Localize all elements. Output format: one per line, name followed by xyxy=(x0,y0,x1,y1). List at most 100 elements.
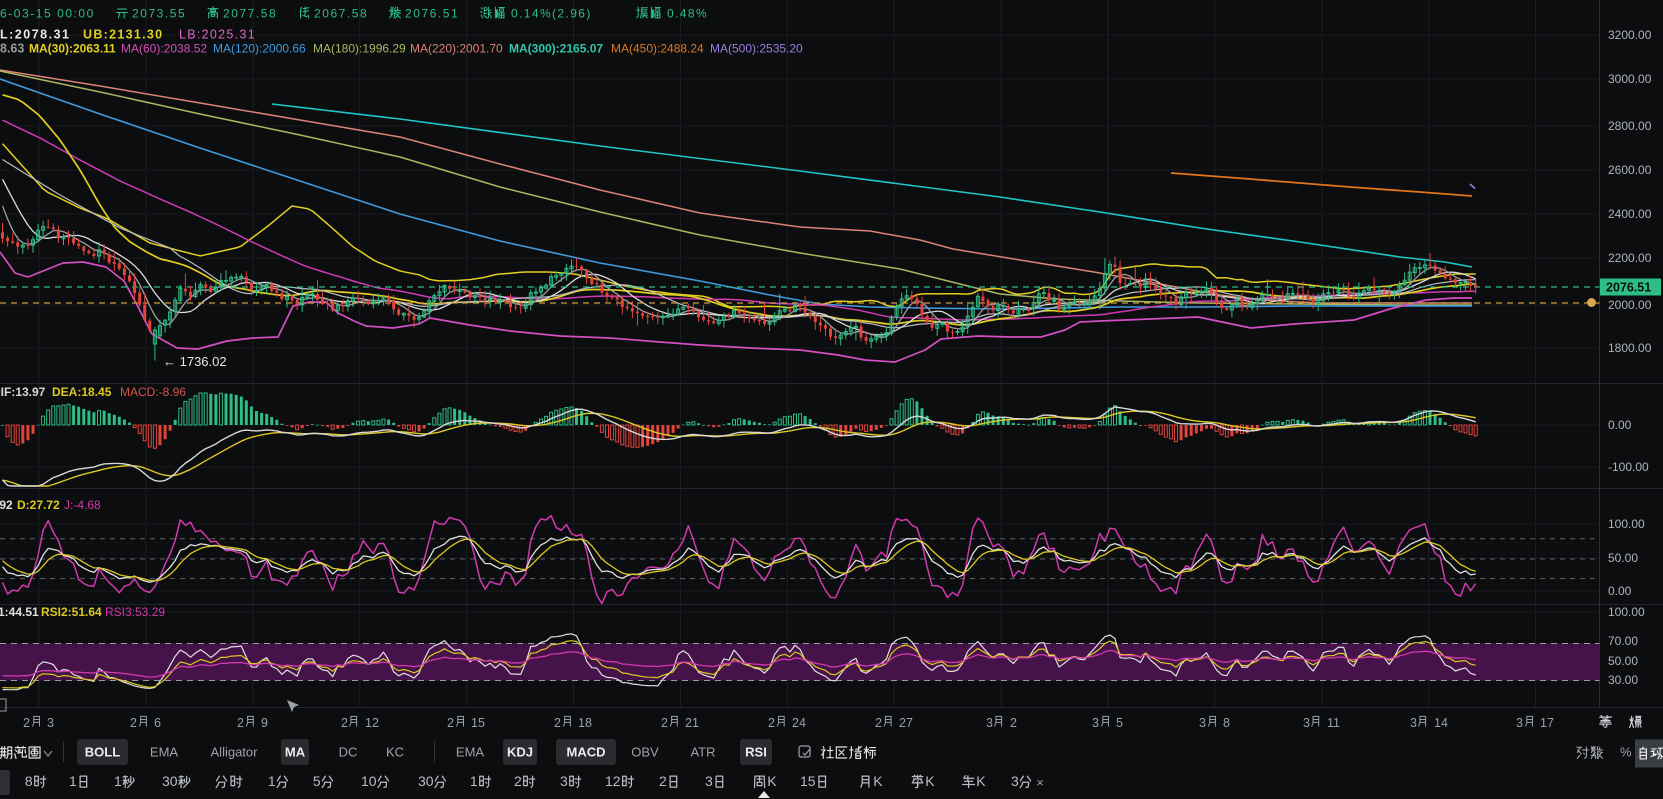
svg-text:2076.51: 2076.51 xyxy=(1606,281,1651,295)
svg-text:8: 8 xyxy=(25,773,33,789)
svg-text:0.00: 0.00 xyxy=(1608,584,1632,598)
svg-text:MA(450):2488.24: MA(450):2488.24 xyxy=(611,42,704,56)
svg-text:2400.00: 2400.00 xyxy=(1608,207,1652,221)
svg-text:K:35.92: K:35.92 xyxy=(0,498,13,512)
svg-text:2: 2 xyxy=(341,716,348,730)
svg-text:3: 3 xyxy=(47,716,54,730)
svg-text:3: 3 xyxy=(1199,716,1206,730)
svg-text:EMA: EMA xyxy=(150,745,179,760)
svg-text:2600.00: 2600.00 xyxy=(1608,163,1652,177)
svg-text:3: 3 xyxy=(1303,716,1310,730)
svg-text:70.00: 70.00 xyxy=(1608,634,1638,648)
svg-text:2: 2 xyxy=(447,716,454,730)
svg-text:27: 27 xyxy=(899,716,913,730)
svg-text:RSI1:44.51: RSI1:44.51 xyxy=(0,605,39,619)
svg-text:2: 2 xyxy=(130,716,137,730)
svg-text:LB:2025.31: LB:2025.31 xyxy=(179,28,256,42)
svg-text:3: 3 xyxy=(1011,773,1019,789)
svg-text:3: 3 xyxy=(986,716,993,730)
svg-text:18: 18 xyxy=(578,716,592,730)
svg-text:21: 21 xyxy=(685,716,699,730)
svg-text:5: 5 xyxy=(1116,716,1123,730)
svg-text:1: 1 xyxy=(114,773,122,789)
svg-text:2200.00: 2200.00 xyxy=(1608,251,1652,265)
svg-text:12: 12 xyxy=(365,716,379,730)
svg-text:3: 3 xyxy=(1092,716,1099,730)
svg-text:2000.00: 2000.00 xyxy=(1608,298,1652,312)
svg-text:DEA:18.45: DEA:18.45 xyxy=(52,385,112,399)
svg-text:15: 15 xyxy=(471,716,485,730)
svg-text:9: 9 xyxy=(261,716,268,730)
svg-text:15: 15 xyxy=(800,773,816,789)
svg-text:8: 8 xyxy=(1223,716,1230,730)
svg-text:10: 10 xyxy=(361,773,377,789)
svg-text:MA(60):2038.52: MA(60):2038.52 xyxy=(121,42,207,56)
svg-text:OBV: OBV xyxy=(631,745,659,760)
svg-text:MA(300):2165.07: MA(300):2165.07 xyxy=(509,42,603,56)
svg-text:3200.00: 3200.00 xyxy=(1608,28,1652,42)
svg-text:×: × xyxy=(1036,775,1044,790)
svg-text:MACD:-8.96: MACD:-8.96 xyxy=(120,385,186,399)
svg-text:30: 30 xyxy=(418,773,434,789)
svg-text:12: 12 xyxy=(605,773,621,789)
svg-text:8.63: 8.63 xyxy=(0,42,24,56)
svg-text:EMA: EMA xyxy=(456,745,485,760)
svg-text:1: 1 xyxy=(470,773,478,789)
svg-text:KDJ: KDJ xyxy=(507,745,533,760)
svg-text:DC: DC xyxy=(339,745,358,760)
svg-text:3: 3 xyxy=(705,773,713,789)
svg-text:0.48%: 0.48% xyxy=(667,7,708,21)
svg-text:1: 1 xyxy=(268,773,276,789)
svg-text:D:27.72: D:27.72 xyxy=(17,498,60,512)
svg-text:2: 2 xyxy=(659,773,667,789)
svg-text:MACD: MACD xyxy=(567,745,606,760)
svg-text:2: 2 xyxy=(237,716,244,730)
svg-text:5: 5 xyxy=(313,773,321,789)
svg-text:14: 14 xyxy=(1434,716,1448,730)
svg-text:6: 6 xyxy=(154,716,161,730)
svg-text:K: K xyxy=(873,773,883,789)
svg-text:2073.55: 2073.55 xyxy=(132,7,186,21)
svg-text:50.00: 50.00 xyxy=(1608,654,1638,668)
svg-text:2: 2 xyxy=(661,716,668,730)
svg-text:BOLL: BOLL xyxy=(85,745,120,760)
svg-text:MA(500):2535.20: MA(500):2535.20 xyxy=(710,42,803,56)
svg-text:1: 1 xyxy=(69,773,77,789)
svg-text:J:-4.68: J:-4.68 xyxy=(64,498,101,512)
svg-text:0.00: 0.00 xyxy=(1608,418,1632,432)
svg-text:ATR: ATR xyxy=(690,745,715,760)
svg-text:6-03-15 00:00: 6-03-15 00:00 xyxy=(0,7,95,21)
svg-text:3000.00: 3000.00 xyxy=(1608,72,1652,86)
svg-text:1800.00: 1800.00 xyxy=(1608,341,1652,355)
svg-text:MA(180):1996.29: MA(180):1996.29 xyxy=(313,42,406,56)
svg-text:%: % xyxy=(1620,745,1632,760)
svg-text:MA: MA xyxy=(285,745,306,760)
svg-text:2: 2 xyxy=(554,716,561,730)
svg-text:← 1736.02: ← 1736.02 xyxy=(163,354,227,369)
svg-text:2067.58: 2067.58 xyxy=(314,7,368,21)
svg-text:KC: KC xyxy=(386,745,404,760)
svg-text:2: 2 xyxy=(1010,716,1017,730)
svg-text:30: 30 xyxy=(162,773,178,789)
svg-text:DIF:13.97: DIF:13.97 xyxy=(0,385,46,399)
svg-text:K: K xyxy=(767,773,777,789)
svg-text:3: 3 xyxy=(1516,716,1523,730)
svg-text:2800.00: 2800.00 xyxy=(1608,119,1652,133)
svg-text:RSI: RSI xyxy=(745,745,767,760)
svg-text:100.00: 100.00 xyxy=(1608,605,1645,619)
svg-text:2: 2 xyxy=(514,773,522,789)
svg-text:K: K xyxy=(976,773,986,789)
svg-text:50.00: 50.00 xyxy=(1608,551,1638,565)
svg-text:11: 11 xyxy=(1327,716,1340,730)
svg-text:MA(120):2000.66: MA(120):2000.66 xyxy=(213,42,306,56)
svg-text:L:2078.31: L:2078.31 xyxy=(0,28,70,42)
svg-text:Alligator: Alligator xyxy=(211,745,259,760)
svg-text:UB:2131.30: UB:2131.30 xyxy=(83,28,163,42)
svg-text:3: 3 xyxy=(560,773,568,789)
svg-text:2: 2 xyxy=(23,716,30,730)
svg-text:-100.00: -100.00 xyxy=(1608,460,1649,474)
svg-text:30.00: 30.00 xyxy=(1608,673,1638,687)
svg-text:3: 3 xyxy=(1410,716,1417,730)
svg-text:K: K xyxy=(925,773,935,789)
svg-text:MA(220):2001.70: MA(220):2001.70 xyxy=(410,42,503,56)
